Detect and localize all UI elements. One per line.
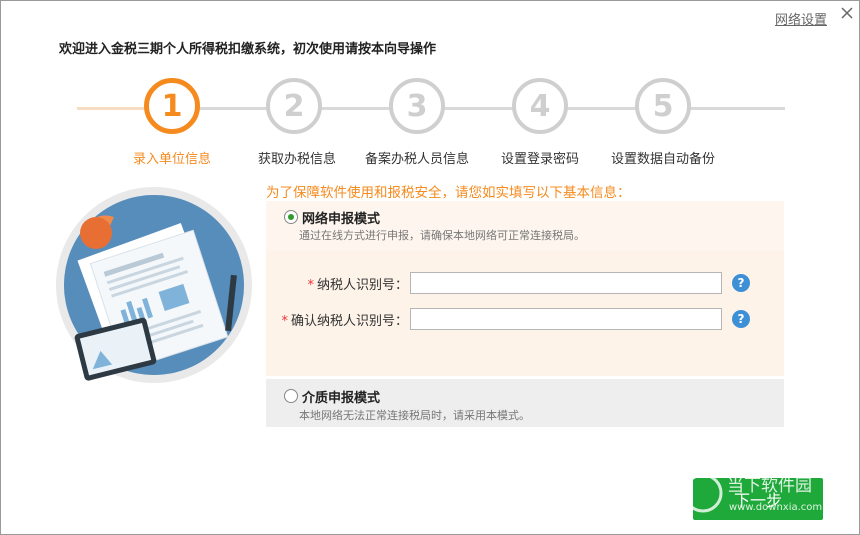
taxpayer-id-label-text: 纳税人识别号： xyxy=(316,278,408,293)
confirm-taxpayer-id-label-text: 确认纳税人识别号： xyxy=(290,314,408,329)
online-mode-panel: 网络申报模式 通过在线方式进行申报，请确保本地网络可正常连接税局。 * 纳税人识别… xyxy=(266,201,784,376)
step-2-label: 获取办税信息 xyxy=(257,152,337,167)
step-5-circle: 5 xyxy=(635,78,691,134)
document-illustration xyxy=(56,187,252,383)
media-mode-radio[interactable] xyxy=(284,389,298,403)
taxpayer-id-label: * 纳税人识别号： xyxy=(307,274,408,293)
step-4-circle: 4 xyxy=(512,78,568,134)
online-mode-radio[interactable] xyxy=(284,210,298,224)
taxpayer-id-help-icon[interactable]: ? xyxy=(732,274,750,292)
required-marker: * xyxy=(307,278,314,293)
confirm-taxpayer-id-help-icon[interactable]: ? xyxy=(732,310,750,328)
welcome-title: 欢迎进入金税三期个人所得税扣缴系统，初次使用请按本向导操作 xyxy=(59,42,437,57)
step-1-label: 录入单位信息 xyxy=(132,152,212,167)
notice-text: 为了保障软件使用和报税安全，请您如实填写以下基本信息： xyxy=(266,185,631,201)
confirm-taxpayer-id-label: * 确认纳税人识别号： xyxy=(281,310,408,329)
step-4-label: 设置登录密码 xyxy=(500,152,580,167)
taxpayer-id-input[interactable] xyxy=(410,272,722,294)
network-settings-link[interactable]: 网络设置 xyxy=(775,9,827,28)
media-mode-panel: 介质申报模式 本地网络无法正常连接税局时，请采用本模式。 xyxy=(266,379,784,427)
required-marker: * xyxy=(281,314,288,329)
next-step-button[interactable]: 下一步 xyxy=(693,478,823,520)
online-mode-title: 网络申报模式 xyxy=(302,212,381,227)
step-5-label: 设置数据自动备份 xyxy=(610,152,716,167)
step-1-circle: 1 xyxy=(144,78,200,134)
media-mode-desc: 本地网络无法正常连接税局时，请采用本模式。 xyxy=(299,409,530,422)
close-icon[interactable] xyxy=(839,5,855,21)
online-mode-desc: 通过在线方式进行申报，请确保本地网络可正常连接税局。 xyxy=(299,229,585,242)
step-2-circle: 2 xyxy=(266,78,322,134)
confirm-taxpayer-id-input[interactable] xyxy=(410,308,722,330)
wizard-window: 网络设置 欢迎进入金税三期个人所得税扣缴系统，初次使用请按本向导操作 1 2 3… xyxy=(0,0,860,535)
step-3-label: 备案办税人员信息 xyxy=(364,152,470,167)
step-3-circle: 3 xyxy=(389,78,445,134)
media-mode-title: 介质申报模式 xyxy=(302,391,381,406)
